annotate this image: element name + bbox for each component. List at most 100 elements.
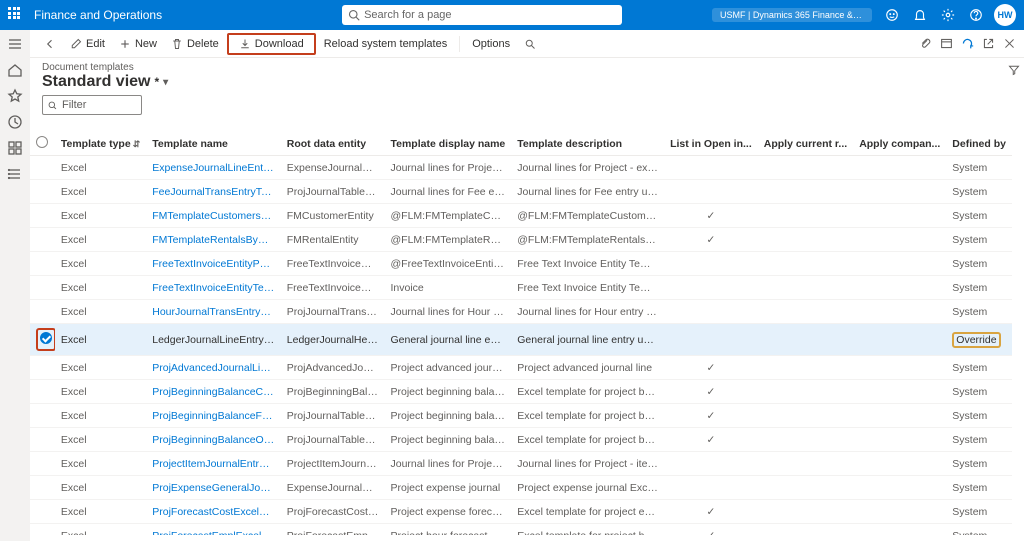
cell-current bbox=[758, 204, 853, 228]
cell-type: Excel bbox=[55, 380, 146, 404]
col-description[interactable]: Template description bbox=[511, 132, 664, 156]
cell-name[interactable]: ProjectItemJournalEntryTemplate bbox=[146, 452, 281, 476]
cell-company bbox=[853, 300, 946, 324]
cell-root: FMRentalEntity bbox=[281, 228, 385, 252]
feedback-icon[interactable] bbox=[878, 1, 906, 29]
recent-icon[interactable] bbox=[7, 114, 23, 130]
cell-type: Excel bbox=[55, 204, 146, 228]
cell-desc: Excel template for project hour forecast bbox=[511, 524, 664, 536]
cell-company bbox=[853, 428, 946, 452]
cell-open: ✓ bbox=[664, 356, 758, 380]
environment-badge[interactable]: USMF | Dynamics 365 Finance & Supply Cha… bbox=[712, 8, 872, 22]
cell-name[interactable]: ProjAdvancedJournalLineTemplate bbox=[146, 356, 281, 380]
quick-filter[interactable]: Filter bbox=[42, 95, 142, 115]
help-icon[interactable] bbox=[962, 1, 990, 29]
new-button[interactable]: New bbox=[113, 36, 163, 52]
workspaces-icon[interactable] bbox=[7, 140, 23, 156]
cell-name[interactable]: FMTemplateCustomersWithLocations bbox=[146, 204, 281, 228]
table-row[interactable]: ExcelProjBeginningBalanceFeeExcelTemplat… bbox=[30, 404, 1012, 428]
table-row[interactable]: ExcelProjectItemJournalEntryTemplateProj… bbox=[30, 452, 1012, 476]
cell-open: ✓ bbox=[664, 380, 758, 404]
cell-defined-by: System bbox=[946, 276, 1012, 300]
cell-name[interactable]: HourJournalTransEntryTemplate bbox=[146, 300, 281, 324]
cell-open: ✓ bbox=[664, 204, 758, 228]
cell-name[interactable]: ProjBeginningBalanceFeeExcelTemplate bbox=[146, 404, 281, 428]
cell-open: ✓ bbox=[664, 228, 758, 252]
filter-pane-toggle[interactable] bbox=[1008, 64, 1020, 79]
favorite-icon[interactable] bbox=[7, 88, 23, 104]
cell-name[interactable]: ProjBeginningBalanceCostSalesExcelTempla… bbox=[146, 380, 281, 404]
cell-root: FreeTextInvoiceHeaderEntity bbox=[281, 276, 385, 300]
app-launcher-icon[interactable] bbox=[8, 7, 24, 23]
cell-name[interactable]: ProjExpenseGeneralJournalLineEntityTempl… bbox=[146, 476, 281, 500]
global-topbar: Finance and Operations Search for a page… bbox=[0, 0, 1024, 30]
col-list-open-in[interactable]: List in Open in... bbox=[664, 132, 758, 156]
table-row[interactable]: ExcelProjExpenseGeneralJournalLineEntity… bbox=[30, 476, 1012, 500]
table-row[interactable]: ExcelProjBeginningBalanceOnAccExcelTempl… bbox=[30, 428, 1012, 452]
modules-icon[interactable] bbox=[7, 166, 23, 182]
reload-templates-button[interactable]: Reload system templates bbox=[318, 36, 454, 52]
col-template-name[interactable]: Template name bbox=[146, 132, 281, 156]
settings-icon[interactable] bbox=[934, 1, 962, 29]
home-icon[interactable] bbox=[7, 62, 23, 78]
table-row[interactable]: ExcelFreeTextInvoiceEntityPSNTemplateFre… bbox=[30, 252, 1012, 276]
table-row[interactable]: ExcelLedgerJournalLineEntryTemplateLedge… bbox=[30, 324, 1012, 356]
col-apply-current[interactable]: Apply current r... bbox=[758, 132, 853, 156]
col-root-entity[interactable]: Root data entity bbox=[281, 132, 385, 156]
cell-company bbox=[853, 252, 946, 276]
col-select-all[interactable] bbox=[30, 132, 55, 156]
table-row[interactable]: ExcelFreeTextInvoiceEntityTemplateFreeTe… bbox=[30, 276, 1012, 300]
col-apply-company[interactable]: Apply compan... bbox=[853, 132, 946, 156]
table-row[interactable]: ExcelFeeJournalTransEntryTemplateProjJou… bbox=[30, 180, 1012, 204]
notification-icon[interactable] bbox=[906, 1, 934, 29]
cell-root: ProjBeginningBalanceCostSaleE... bbox=[281, 380, 385, 404]
back-button[interactable] bbox=[38, 36, 62, 52]
cell-open: ✓ bbox=[664, 500, 758, 524]
cell-root: ProjJournalTableEntity bbox=[281, 180, 385, 204]
cell-current bbox=[758, 156, 853, 180]
table-row[interactable]: ExcelProjBeginningBalanceCostSalesExcelT… bbox=[30, 380, 1012, 404]
cell-name[interactable]: ProjForecastCostExcelTemplateV3 bbox=[146, 500, 281, 524]
table-row[interactable]: ExcelHourJournalTransEntryTemplateProjJo… bbox=[30, 300, 1012, 324]
table-row[interactable]: ExcelProjForecastEmplExcelTemplateV3Proj… bbox=[30, 524, 1012, 536]
cell-name[interactable]: ProjForecastEmplExcelTemplateV3 bbox=[146, 524, 281, 536]
row-checkbox[interactable] bbox=[40, 332, 52, 344]
cell-name[interactable]: ProjBeginningBalanceOnAccExcelTemplate bbox=[146, 428, 281, 452]
col-display-name[interactable]: Template display name bbox=[385, 132, 512, 156]
popout-icon[interactable] bbox=[982, 37, 995, 50]
cell-open bbox=[664, 276, 758, 300]
cell-defined-by: System bbox=[946, 524, 1012, 536]
close-icon[interactable] bbox=[1003, 37, 1016, 50]
cell-name[interactable]: FreeTextInvoiceEntityTemplate bbox=[146, 276, 281, 300]
delete-button[interactable]: Delete bbox=[165, 36, 225, 52]
download-button[interactable]: Download bbox=[233, 36, 310, 52]
cell-name[interactable]: ExpenseJournalLineEntityTemplate bbox=[146, 156, 281, 180]
cell-name[interactable]: FMTemplateRentalsByStatus bbox=[146, 228, 281, 252]
personalize-icon[interactable] bbox=[940, 37, 953, 50]
cell-name[interactable]: FeeJournalTransEntryTemplate bbox=[146, 180, 281, 204]
cell-name[interactable]: LedgerJournalLineEntryTemplate bbox=[146, 324, 281, 356]
cell-display: Project hour forecast bbox=[385, 524, 512, 536]
user-avatar[interactable]: HW bbox=[994, 4, 1016, 26]
cell-defined-by: System bbox=[946, 156, 1012, 180]
attachments-icon[interactable] bbox=[919, 37, 932, 50]
hamburger-icon[interactable] bbox=[7, 36, 23, 52]
refresh-icon[interactable] bbox=[961, 37, 974, 50]
options-button[interactable]: Options bbox=[466, 36, 516, 52]
cell-name[interactable]: FreeTextInvoiceEntityPSNTemplate bbox=[146, 252, 281, 276]
cell-display: @FLM:FMTemplateRentalsBySta... bbox=[385, 228, 512, 252]
grid-scroll[interactable]: Template type⇵ Template name Root data e… bbox=[30, 132, 1012, 535]
filter-placeholder: Filter bbox=[62, 99, 86, 111]
table-row[interactable]: ExcelProjForecastCostExcelTemplateV3Proj… bbox=[30, 500, 1012, 524]
cell-current bbox=[758, 524, 853, 536]
col-defined-by[interactable]: Defined by bbox=[946, 132, 1012, 156]
table-row[interactable]: ExcelProjAdvancedJournalLineTemplateProj… bbox=[30, 356, 1012, 380]
table-row[interactable]: ExcelFMTemplateRentalsByStatusFMRentalEn… bbox=[30, 228, 1012, 252]
edit-button[interactable]: Edit bbox=[64, 36, 111, 52]
table-row[interactable]: ExcelFMTemplateCustomersWithLocationsFMC… bbox=[30, 204, 1012, 228]
col-template-type[interactable]: Template type⇵ bbox=[55, 132, 146, 156]
view-title[interactable]: Standard view * ▾ bbox=[42, 73, 1012, 91]
table-row[interactable]: ExcelExpenseJournalLineEntityTemplateExp… bbox=[30, 156, 1012, 180]
find-button[interactable] bbox=[518, 36, 542, 52]
search-box[interactable]: Search for a page bbox=[342, 5, 622, 25]
